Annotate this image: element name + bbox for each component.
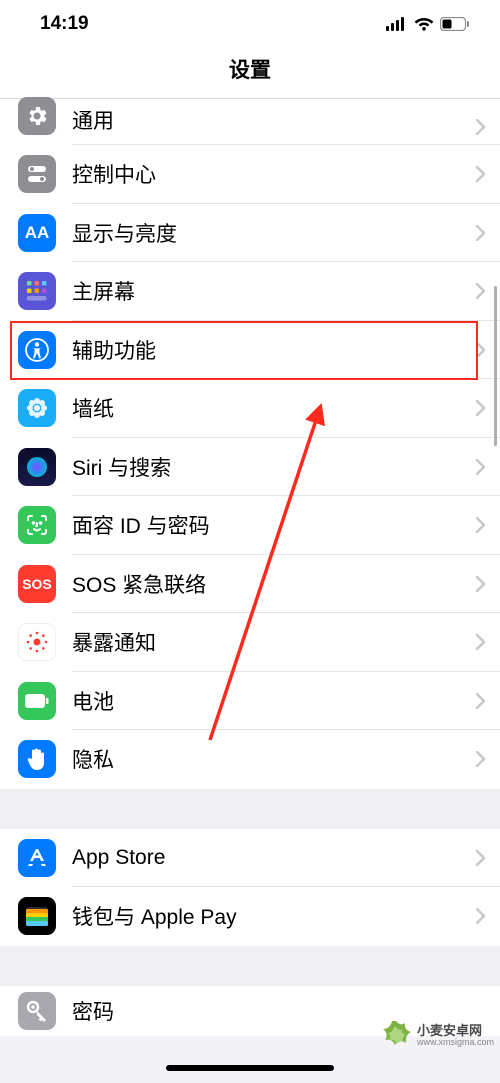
row-label: Siri 与搜索 bbox=[72, 452, 476, 482]
watermark-line2: www.xmsigma.com bbox=[417, 1038, 494, 1047]
chevron-right-icon bbox=[476, 850, 500, 866]
row-siri[interactable]: Siri 与搜索 bbox=[0, 438, 500, 497]
chevron-right-icon bbox=[476, 459, 500, 475]
chevron-right-icon bbox=[476, 693, 500, 709]
gear-icon bbox=[18, 97, 56, 135]
row-label: 电池 bbox=[72, 686, 476, 716]
row-label: 面容 ID 与密码 bbox=[72, 510, 476, 540]
row-sos[interactable]: SOS SOS 紧急联络 bbox=[0, 555, 500, 614]
faceid-icon bbox=[18, 506, 56, 544]
battery-icon bbox=[440, 17, 470, 31]
chevron-right-icon bbox=[476, 225, 500, 241]
scrollbar[interactable] bbox=[494, 286, 497, 446]
home-grid-icon bbox=[18, 272, 56, 310]
row-label: SOS 紧急联络 bbox=[72, 569, 476, 599]
row-label: 墙纸 bbox=[72, 393, 476, 423]
toggles-icon bbox=[18, 155, 56, 193]
watermark: 小麦安卓网 www.xmsigma.com bbox=[379, 1019, 494, 1053]
row-label: 钱包与 Apple Pay bbox=[72, 901, 476, 931]
group-separator bbox=[0, 946, 500, 986]
chevron-right-icon bbox=[476, 634, 500, 650]
page-header: 设置 bbox=[0, 48, 500, 99]
signal-icon bbox=[386, 17, 408, 31]
flower-icon bbox=[18, 389, 56, 427]
status-bar: 14:19 bbox=[0, 0, 500, 48]
hand-icon bbox=[18, 740, 56, 778]
row-battery[interactable]: 电池 bbox=[0, 672, 500, 731]
wallet-icon bbox=[18, 897, 56, 935]
status-indicators bbox=[386, 17, 470, 31]
wifi-icon bbox=[414, 17, 434, 31]
row-faceid[interactable]: 面容 ID 与密码 bbox=[0, 496, 500, 555]
row-label: 主屏幕 bbox=[72, 276, 476, 306]
text-size-icon: AA bbox=[18, 214, 56, 252]
row-home-screen[interactable]: 主屏幕 bbox=[0, 262, 500, 321]
row-display[interactable]: AA 显示与亮度 bbox=[0, 204, 500, 263]
watermark-line1: 小麦安卓网 bbox=[417, 1024, 494, 1038]
row-label: 辅助功能 bbox=[72, 335, 476, 365]
chevron-right-icon bbox=[476, 517, 500, 533]
row-label: 隐私 bbox=[72, 744, 476, 774]
row-wallet[interactable]: 钱包与 Apple Pay bbox=[0, 887, 500, 946]
accessibility-icon bbox=[18, 331, 56, 369]
row-label: 控制中心 bbox=[72, 159, 476, 189]
watermark-logo-icon bbox=[379, 1019, 413, 1053]
row-privacy[interactable]: 隐私 bbox=[0, 730, 500, 789]
settings-list[interactable]: 通用 控制中心 AA 显示与亮度 主屏幕 辅助功能 墙纸 bbox=[0, 99, 500, 1036]
key-icon bbox=[18, 992, 56, 1030]
chevron-right-icon bbox=[476, 751, 500, 767]
row-general[interactable]: 通用 bbox=[0, 99, 500, 145]
chevron-right-icon bbox=[476, 166, 500, 182]
row-exposure[interactable]: 暴露通知 bbox=[0, 613, 500, 672]
row-control-center[interactable]: 控制中心 bbox=[0, 145, 500, 204]
chevron-right-icon bbox=[476, 576, 500, 592]
row-appstore[interactable]: App Store bbox=[0, 829, 500, 888]
home-indicator[interactable] bbox=[166, 1065, 334, 1071]
page-title: 设置 bbox=[0, 54, 500, 84]
row-label: 通用 bbox=[72, 105, 476, 135]
row-label: App Store bbox=[72, 846, 476, 870]
battery-icon bbox=[18, 682, 56, 720]
chevron-right-icon bbox=[476, 119, 500, 135]
siri-icon bbox=[18, 448, 56, 486]
sos-icon: SOS bbox=[18, 565, 56, 603]
group-separator bbox=[0, 789, 500, 829]
chevron-right-icon bbox=[476, 908, 500, 924]
exposure-icon bbox=[18, 623, 56, 661]
row-label: 显示与亮度 bbox=[72, 218, 476, 248]
row-wallpaper[interactable]: 墙纸 bbox=[0, 379, 500, 438]
status-time: 14:19 bbox=[40, 13, 89, 35]
row-label: 暴露通知 bbox=[72, 627, 476, 657]
row-accessibility[interactable]: 辅助功能 bbox=[0, 321, 500, 380]
appstore-icon bbox=[18, 839, 56, 877]
